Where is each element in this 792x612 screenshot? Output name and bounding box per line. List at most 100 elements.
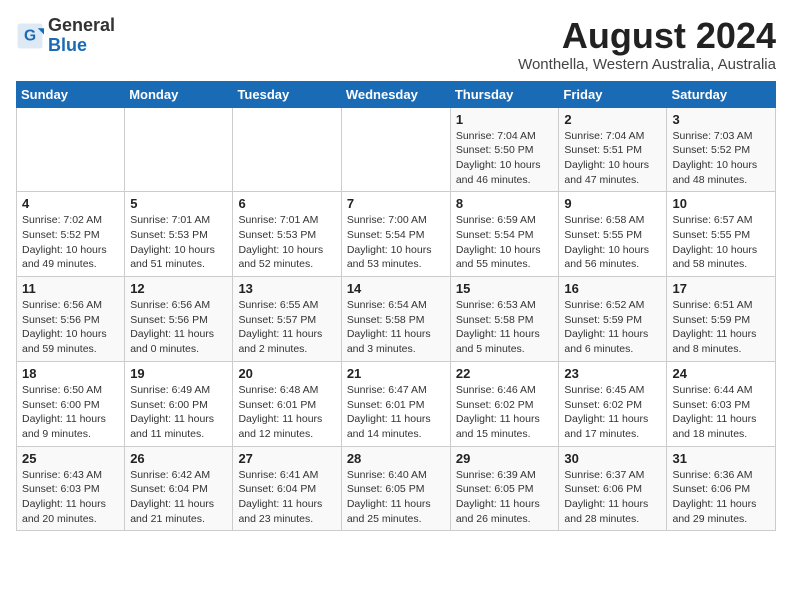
day-detail: Sunrise: 7:03 AMSunset: 5:52 PMDaylight:… bbox=[672, 129, 770, 188]
calendar-cell: 5 Sunrise: 7:01 AMSunset: 5:53 PMDaylight… bbox=[125, 192, 233, 277]
calendar-cell: 4 Sunrise: 7:02 AMSunset: 5:52 PMDaylight… bbox=[17, 192, 125, 277]
day-number: 23 bbox=[564, 366, 661, 381]
day-detail: Sunrise: 6:36 AMSunset: 6:06 PMDaylight:… bbox=[672, 468, 770, 527]
calendar-cell: 3 Sunrise: 7:03 AMSunset: 5:52 PMDaylight… bbox=[667, 107, 776, 192]
logo-general-text: General bbox=[48, 15, 115, 35]
day-detail: Sunrise: 6:48 AMSunset: 6:01 PMDaylight:… bbox=[238, 383, 335, 442]
logo: G General Blue bbox=[16, 16, 115, 56]
calendar-cell: 21Sunrise: 6:47 AMSunset: 6:01 PMDayligh… bbox=[341, 361, 450, 446]
logo-blue-text: Blue bbox=[48, 35, 87, 55]
day-number: 4 bbox=[22, 196, 119, 211]
day-detail: Sunrise: 6:49 AMSunset: 6:00 PMDaylight:… bbox=[130, 383, 227, 442]
day-detail: Sunrise: 6:40 AMSunset: 6:05 PMDaylight:… bbox=[347, 468, 445, 527]
day-header-wednesday: Wednesday bbox=[341, 81, 450, 107]
day-detail: Sunrise: 7:00 AMSunset: 5:54 PMDaylight:… bbox=[347, 213, 445, 272]
day-header-sunday: Sunday bbox=[17, 81, 125, 107]
calendar-cell: 31 Sunrise: 6:36 AMSunset: 6:06 PMDayligh… bbox=[667, 446, 776, 531]
logo-icon: G bbox=[16, 22, 44, 50]
calendar-cell: 9Sunrise: 6:58 AMSunset: 5:55 PMDaylight… bbox=[559, 192, 667, 277]
day-detail: Sunrise: 7:04 AMSunset: 5:50 PMDaylight:… bbox=[456, 129, 554, 188]
day-number: 29 bbox=[456, 451, 554, 466]
calendar-table: SundayMondayTuesdayWednesdayThursdayFrid… bbox=[16, 81, 776, 532]
day-detail: Sunrise: 6:46 AMSunset: 6:02 PMDaylight:… bbox=[456, 383, 554, 442]
day-detail: Sunrise: 7:04 AMSunset: 5:51 PMDaylight:… bbox=[564, 129, 661, 188]
day-number: 6 bbox=[238, 196, 335, 211]
day-number: 2 bbox=[564, 112, 661, 127]
calendar-cell: 30 Sunrise: 6:37 AMSunset: 6:06 PMDayligh… bbox=[559, 446, 667, 531]
day-number: 15 bbox=[456, 281, 554, 296]
day-number: 8 bbox=[456, 196, 554, 211]
day-number: 18 bbox=[22, 366, 119, 381]
day-number: 28 bbox=[347, 451, 445, 466]
calendar-cell: 10Sunrise: 6:57 AMSunset: 5:55 PMDayligh… bbox=[667, 192, 776, 277]
calendar-cell: 26Sunrise: 6:42 AMSunset: 6:04 PMDayligh… bbox=[125, 446, 233, 531]
day-detail: Sunrise: 7:02 AMSunset: 5:52 PMDaylight:… bbox=[22, 213, 119, 272]
calendar-cell: 17 Sunrise: 6:51 AMSunset: 5:59 PMDayligh… bbox=[667, 277, 776, 362]
day-number: 10 bbox=[672, 196, 770, 211]
svg-text:G: G bbox=[24, 27, 36, 44]
day-number: 26 bbox=[130, 451, 227, 466]
calendar-cell: 22Sunrise: 6:46 AMSunset: 6:02 PMDayligh… bbox=[450, 361, 559, 446]
calendar-cell: 2 Sunrise: 7:04 AMSunset: 5:51 PMDaylight… bbox=[559, 107, 667, 192]
day-number: 12 bbox=[130, 281, 227, 296]
day-detail: Sunrise: 6:44 AMSunset: 6:03 PMDaylight:… bbox=[672, 383, 770, 442]
day-header-tuesday: Tuesday bbox=[233, 81, 341, 107]
page-header: G General Blue August 2024 Wonthella, We… bbox=[16, 16, 776, 73]
calendar-cell: 8Sunrise: 6:59 AMSunset: 5:54 PMDaylight… bbox=[450, 192, 559, 277]
day-number: 3 bbox=[672, 112, 770, 127]
calendar-cell: 14 Sunrise: 6:54 AMSunset: 5:58 PMDayligh… bbox=[341, 277, 450, 362]
calendar-title: August 2024 bbox=[518, 16, 776, 56]
day-number: 30 bbox=[564, 451, 661, 466]
day-number: 16 bbox=[564, 281, 661, 296]
day-number: 17 bbox=[672, 281, 770, 296]
day-detail: Sunrise: 7:01 AMSunset: 5:53 PMDaylight:… bbox=[238, 213, 335, 272]
calendar-cell: 27Sunrise: 6:41 AMSunset: 6:04 PMDayligh… bbox=[233, 446, 341, 531]
calendar-cell bbox=[341, 107, 450, 192]
day-header-friday: Friday bbox=[559, 81, 667, 107]
day-detail: Sunrise: 6:39 AMSunset: 6:05 PMDaylight:… bbox=[456, 468, 554, 527]
day-detail: Sunrise: 6:56 AMSunset: 5:56 PMDaylight:… bbox=[130, 298, 227, 357]
calendar-cell: 1 Sunrise: 7:04 AMSunset: 5:50 PMDaylight… bbox=[450, 107, 559, 192]
calendar-cell: 7 Sunrise: 7:00 AMSunset: 5:54 PMDaylight… bbox=[341, 192, 450, 277]
day-detail: Sunrise: 7:01 AMSunset: 5:53 PMDaylight:… bbox=[130, 213, 227, 272]
day-number: 7 bbox=[347, 196, 445, 211]
calendar-cell: 13Sunrise: 6:55 AMSunset: 5:57 PMDayligh… bbox=[233, 277, 341, 362]
day-number: 5 bbox=[130, 196, 227, 211]
calendar-cell: 24 Sunrise: 6:44 AMSunset: 6:03 PMDayligh… bbox=[667, 361, 776, 446]
day-number: 24 bbox=[672, 366, 770, 381]
day-number: 19 bbox=[130, 366, 227, 381]
day-detail: Sunrise: 6:41 AMSunset: 6:04 PMDaylight:… bbox=[238, 468, 335, 527]
calendar-cell: 19 Sunrise: 6:49 AMSunset: 6:00 PMDayligh… bbox=[125, 361, 233, 446]
day-header-saturday: Saturday bbox=[667, 81, 776, 107]
day-detail: Sunrise: 6:54 AMSunset: 5:58 PMDaylight:… bbox=[347, 298, 445, 357]
day-detail: Sunrise: 6:43 AMSunset: 6:03 PMDaylight:… bbox=[22, 468, 119, 527]
calendar-cell: 6 Sunrise: 7:01 AMSunset: 5:53 PMDaylight… bbox=[233, 192, 341, 277]
week-row-4: 18 Sunrise: 6:50 AMSunset: 6:00 PMDayligh… bbox=[17, 361, 776, 446]
calendar-cell bbox=[125, 107, 233, 192]
calendar-cell: 18 Sunrise: 6:50 AMSunset: 6:00 PMDayligh… bbox=[17, 361, 125, 446]
calendar-cell bbox=[17, 107, 125, 192]
day-detail: Sunrise: 6:58 AMSunset: 5:55 PMDaylight:… bbox=[564, 213, 661, 272]
day-number: 31 bbox=[672, 451, 770, 466]
calendar-subtitle: Wonthella, Western Australia, Australia bbox=[518, 56, 776, 73]
day-detail: Sunrise: 6:45 AMSunset: 6:02 PMDaylight:… bbox=[564, 383, 661, 442]
day-header-monday: Monday bbox=[125, 81, 233, 107]
calendar-cell: 15Sunrise: 6:53 AMSunset: 5:58 PMDayligh… bbox=[450, 277, 559, 362]
calendar-cell: 12 Sunrise: 6:56 AMSunset: 5:56 PMDayligh… bbox=[125, 277, 233, 362]
day-number: 11 bbox=[22, 281, 119, 296]
calendar-cell: 25Sunrise: 6:43 AMSunset: 6:03 PMDayligh… bbox=[17, 446, 125, 531]
header-row: SundayMondayTuesdayWednesdayThursdayFrid… bbox=[17, 81, 776, 107]
day-number: 14 bbox=[347, 281, 445, 296]
day-header-thursday: Thursday bbox=[450, 81, 559, 107]
calendar-cell: 23 Sunrise: 6:45 AMSunset: 6:02 PMDayligh… bbox=[559, 361, 667, 446]
week-row-5: 25Sunrise: 6:43 AMSunset: 6:03 PMDayligh… bbox=[17, 446, 776, 531]
calendar-cell bbox=[233, 107, 341, 192]
day-detail: Sunrise: 6:52 AMSunset: 5:59 PMDaylight:… bbox=[564, 298, 661, 357]
day-number: 21 bbox=[347, 366, 445, 381]
day-number: 1 bbox=[456, 112, 554, 127]
week-row-2: 4 Sunrise: 7:02 AMSunset: 5:52 PMDaylight… bbox=[17, 192, 776, 277]
calendar-cell: 16 Sunrise: 6:52 AMSunset: 5:59 PMDayligh… bbox=[559, 277, 667, 362]
day-detail: Sunrise: 6:50 AMSunset: 6:00 PMDaylight:… bbox=[22, 383, 119, 442]
day-detail: Sunrise: 6:37 AMSunset: 6:06 PMDaylight:… bbox=[564, 468, 661, 527]
day-detail: Sunrise: 6:51 AMSunset: 5:59 PMDaylight:… bbox=[672, 298, 770, 357]
